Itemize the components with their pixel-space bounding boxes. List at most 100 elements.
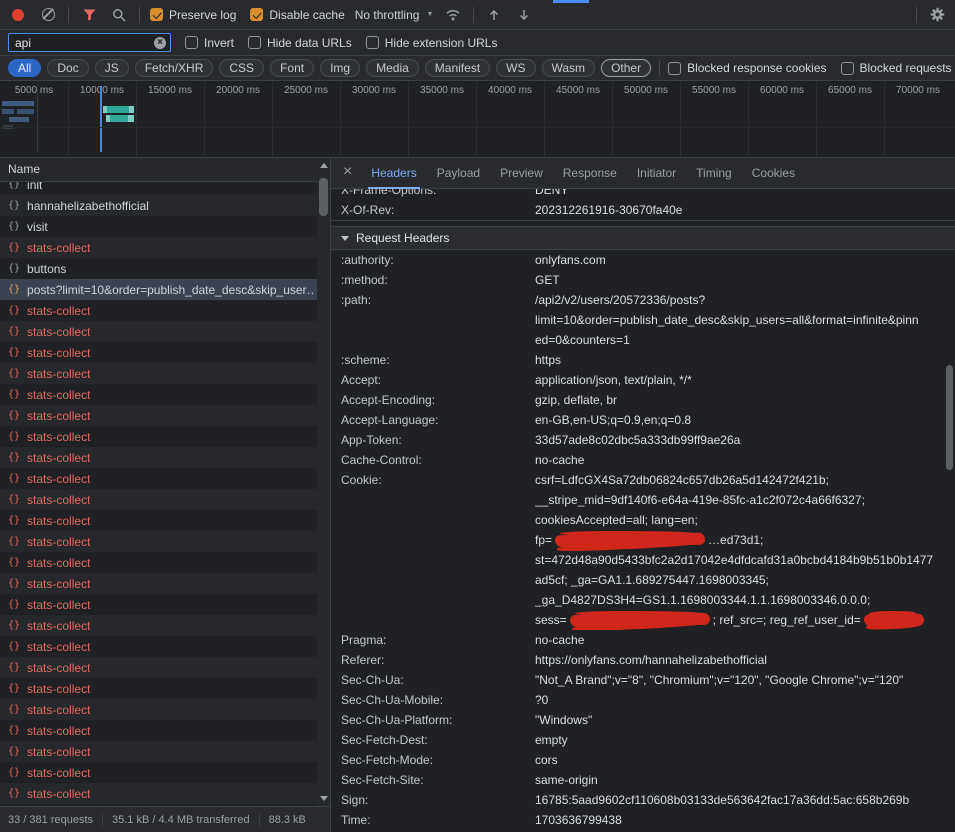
request-row[interactable]: {}stats-collect (0, 426, 330, 447)
clear-filter-icon[interactable]: × (154, 37, 166, 49)
checkbox-hide-extension-urls[interactable]: Hide extension URLs (366, 36, 498, 50)
filter-chip-fetch-xhr[interactable]: Fetch/XHR (135, 59, 214, 77)
waterfall-bar (17, 109, 34, 114)
tab-cookies[interactable]: Cookies (742, 158, 805, 189)
checkbox-blocked-requests[interactable]: Blocked requests (841, 61, 952, 75)
request-row[interactable]: {}stats-collect (0, 573, 330, 594)
checkbox-box[interactable] (248, 36, 261, 49)
request-row[interactable]: {}stats-collect (0, 300, 330, 321)
request-headers-section[interactable]: Request Headers (331, 226, 955, 250)
tab-preview[interactable]: Preview (490, 158, 553, 189)
request-row[interactable]: {}init (0, 182, 330, 195)
record-button[interactable] (8, 5, 28, 25)
checkbox-box[interactable] (250, 8, 263, 21)
close-icon[interactable]: × (335, 163, 361, 183)
tab-timing[interactable]: Timing (686, 158, 742, 189)
request-row[interactable]: {}stats-collect (0, 531, 330, 552)
request-row[interactable]: {}stats-collect (0, 384, 330, 405)
request-list-scrollbar[interactable] (317, 158, 330, 806)
header-row: Time:1703636799438 (331, 810, 955, 830)
filter-chip-media[interactable]: Media (366, 59, 419, 77)
request-row[interactable]: {}stats-collect (0, 405, 330, 426)
checkbox-box[interactable] (841, 62, 854, 75)
tab-initiator[interactable]: Initiator (627, 158, 686, 189)
checkbox-disable-cache[interactable]: Disable cache (250, 8, 344, 22)
checkbox-box[interactable] (366, 36, 379, 49)
timeline-overview[interactable]: 5000 ms10000 ms15000 ms20000 ms25000 ms3… (0, 81, 955, 158)
request-row[interactable]: {}stats-collect (0, 468, 330, 489)
filter-chip-doc[interactable]: Doc (47, 59, 88, 77)
filter-chip-font[interactable]: Font (270, 59, 314, 77)
filter-chip-other[interactable]: Other (601, 59, 651, 77)
export-har-button[interactable] (514, 5, 534, 25)
checkbox-blocked-response-cookies[interactable]: Blocked response cookies (668, 61, 826, 75)
filter-chip-wasm[interactable]: Wasm (542, 59, 596, 77)
network-conditions-icon (445, 8, 461, 21)
header-name: Time: (341, 810, 535, 830)
checkbox-box[interactable] (668, 62, 681, 75)
request-row[interactable]: {}stats-collect (0, 552, 330, 573)
header-value: onlyfans.com (535, 250, 955, 270)
request-row[interactable]: {}stats-collect (0, 237, 330, 258)
filter-chip-all[interactable]: All (8, 59, 41, 77)
request-row[interactable]: {}stats-collect (0, 510, 330, 531)
checkbox-preserve-log[interactable]: Preserve log (150, 8, 236, 22)
tab-headers[interactable]: Headers (361, 158, 426, 189)
tab-payload[interactable]: Payload (427, 158, 490, 189)
tab-response[interactable]: Response (553, 158, 627, 189)
scrollbar-thumb[interactable] (946, 365, 953, 470)
request-row[interactable]: {}stats-collect (0, 762, 330, 783)
clear-button[interactable] (38, 5, 58, 25)
header-value-text: _ga_D4827DS3H4=GS1.1.1698003344.1.1.1698… (535, 593, 870, 607)
request-row[interactable]: {}visit (0, 216, 330, 237)
filter-toggle-button[interactable] (79, 5, 99, 25)
request-row[interactable]: {}stats-collect (0, 657, 330, 678)
filter-chip-js[interactable]: JS (95, 59, 129, 77)
header-row: Referer:https://onlyfans.com/hannaheliza… (331, 650, 955, 670)
throttling-select[interactable]: No throttling ▼ (355, 8, 434, 22)
network-conditions-button[interactable] (443, 5, 463, 25)
checkbox-invert[interactable]: Invert (185, 36, 234, 50)
checkbox-box[interactable] (150, 8, 163, 21)
settings-button[interactable] (927, 5, 947, 25)
name-column-header[interactable]: Name (0, 158, 330, 182)
json-doc-icon: {} (8, 326, 20, 337)
request-row[interactable]: {}stats-collect (0, 489, 330, 510)
request-row[interactable]: {}stats-collect (0, 594, 330, 615)
request-row[interactable]: {}buttons (0, 258, 330, 279)
request-row[interactable]: {}stats-collect (0, 447, 330, 468)
scroll-down-icon[interactable] (320, 796, 328, 801)
import-har-button[interactable] (484, 5, 504, 25)
request-row[interactable]: {}stats-collect (0, 699, 330, 720)
checkbox-hide-data-urls[interactable]: Hide data URLs (248, 36, 352, 50)
header-value-text: no-cache (535, 633, 584, 647)
details-scrollbar[interactable] (944, 158, 955, 832)
filter-input[interactable]: api × (8, 33, 171, 52)
timeline-gridline (204, 81, 205, 157)
request-name: stats-collect (27, 745, 90, 759)
filter-chip-ws[interactable]: WS (496, 59, 535, 77)
request-row[interactable]: {}stats-collect (0, 783, 330, 804)
waterfall-bar (37, 86, 38, 152)
json-doc-icon: {} (8, 452, 20, 463)
search-button[interactable] (109, 5, 129, 25)
request-row[interactable]: {}stats-collect (0, 741, 330, 762)
request-row[interactable]: {}stats-collect (0, 342, 330, 363)
request-row[interactable]: {}hannahelizabethofficial (0, 195, 330, 216)
scroll-up-icon[interactable] (320, 163, 328, 168)
request-row[interactable]: {}stats-collect (0, 720, 330, 741)
request-row[interactable]: {}stats-collect (0, 321, 330, 342)
scrollbar-thumb[interactable] (319, 178, 328, 216)
request-row[interactable]: {}stats-collect (0, 678, 330, 699)
filter-chip-css[interactable]: CSS (219, 59, 264, 77)
checkbox-box[interactable] (185, 36, 198, 49)
request-row[interactable]: {}stats-collect (0, 636, 330, 657)
timeline-tick-label: 55000 ms (692, 85, 736, 96)
header-row: App-Token:33d57ade8c02dbc5a333db99ff9ae2… (331, 430, 955, 450)
request-row[interactable]: {}stats-collect (0, 363, 330, 384)
filter-chip-manifest[interactable]: Manifest (425, 59, 490, 77)
filter-chip-img[interactable]: Img (320, 59, 360, 77)
request-row[interactable]: {}stats-collect (0, 615, 330, 636)
header-value-text: en-GB,en-US;q=0.9,en;q=0.8 (535, 413, 691, 427)
request-row[interactable]: {}posts?limit=10&order=publish_date_desc… (0, 279, 330, 300)
